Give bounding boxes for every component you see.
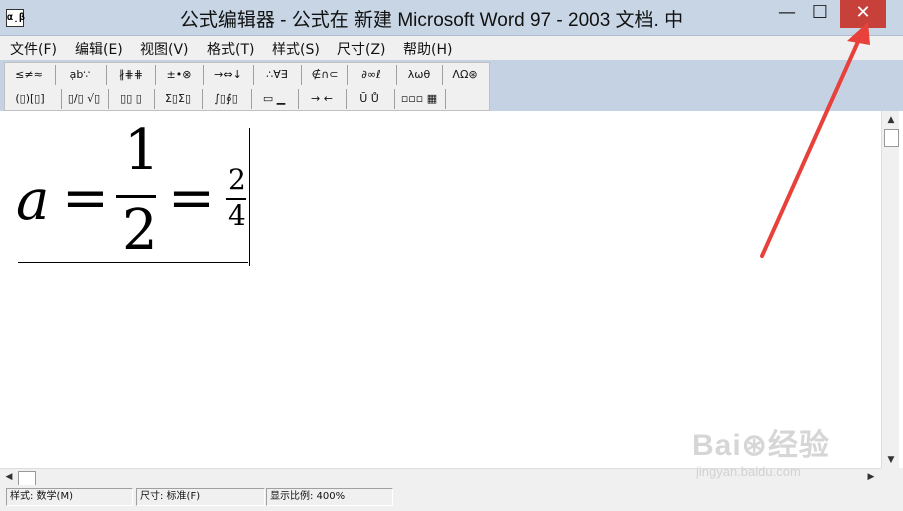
maximize-button[interactable]: ☐: [805, 0, 835, 28]
greek-lowercase-button[interactable]: λωθ: [399, 65, 439, 85]
summation-templates-button[interactable]: Σ▯Σ▯: [157, 89, 199, 109]
menu-size[interactable]: 尺寸(Z): [337, 39, 386, 59]
embellishments-button[interactable]: ∦⋕⋕: [111, 65, 151, 85]
relational-symbols-button[interactable]: ≤≠≈: [9, 65, 49, 85]
misc-symbols-button[interactable]: ∂∞ℓ: [350, 65, 392, 85]
symbol-palette-row: ≤≠≈ ạb∵ ∦⋕⋕ ±•⊗ →⇔↓ ∴∀∃ ∉∩⊂ ∂∞ℓ λωθ ΛΩ⊛: [5, 64, 489, 86]
fraction-numerator: 1: [124, 118, 160, 183]
matrix-templates-button[interactable]: ▫▫▫ ▦: [397, 89, 441, 109]
close-button[interactable]: ✕: [840, 0, 886, 28]
palette-divider: [301, 65, 302, 85]
spaces-ellipses-button[interactable]: ạb∵: [60, 65, 100, 85]
equals-sign: =: [168, 166, 215, 231]
close-icon: ✕: [855, 2, 871, 23]
horizontal-scrollbar[interactable]: ◀ ▶: [0, 468, 881, 486]
product-templates-button[interactable]: Ū Ů: [349, 89, 389, 109]
minimize-button[interactable]: —: [772, 0, 802, 28]
window-title: 公式编辑器 - 公式在 新建 Microsoft Word 97 - 2003 …: [179, 10, 684, 31]
bar-templates-button[interactable]: ▭ ▁: [254, 89, 294, 109]
script-templates-button[interactable]: ▯▯ ▯: [111, 89, 151, 109]
fence-templates-button[interactable]: (▯)[▯]: [9, 89, 51, 109]
app-icon[interactable]: α̣β: [6, 9, 25, 27]
scrollbar-corner: [881, 468, 903, 485]
equals-sign: =: [62, 166, 109, 231]
status-zoom: 显示比例: 400%: [266, 488, 393, 506]
scroll-left-icon[interactable]: ◀: [2, 470, 16, 484]
scroll-down-icon[interactable]: ▼: [884, 453, 898, 467]
selection-underline: [18, 262, 248, 263]
menu-file[interactable]: 文件(F): [10, 39, 57, 59]
menu-format[interactable]: 格式(T): [207, 39, 254, 59]
menu-help[interactable]: 帮助(H): [403, 39, 452, 59]
palette-divider: [347, 65, 348, 85]
equation-editing-area[interactable]: a = 1 2 = 2 4: [0, 111, 881, 468]
fraction-numerator: 2: [228, 163, 246, 196]
menu-style[interactable]: 样式(S): [272, 39, 320, 59]
horizontal-scroll-thumb[interactable]: [18, 471, 36, 486]
maximize-icon: ☐: [811, 2, 829, 23]
set-theory-symbols-button[interactable]: ∉∩⊂: [305, 65, 345, 85]
palette-divider: [394, 89, 395, 109]
palette-divider: [155, 65, 156, 85]
template-palette-row: (▯)[▯] ▯/▯ √▯ ▯▯ ▯ Σ▯Σ▯ ∫▯∮▯ ▭ ▁ → ← Ū Ů…: [5, 88, 489, 110]
greek-uppercase-button[interactable]: ΛΩ⊛: [445, 65, 485, 85]
equation-variable: a: [16, 168, 50, 233]
integral-templates-button[interactable]: ∫▯∮▯: [205, 89, 247, 109]
insertion-cursor: [249, 128, 250, 266]
fraction-radical-templates-button[interactable]: ▯/▯ √▯: [64, 89, 104, 109]
scroll-right-icon[interactable]: ▶: [864, 470, 878, 484]
fraction-denominator: 2: [122, 198, 158, 263]
palette-divider: [251, 89, 252, 109]
palette-divider: [253, 65, 254, 85]
status-style: 样式: 数学(M): [6, 488, 133, 506]
palette-divider: [106, 65, 107, 85]
arrow-symbols-button[interactable]: →⇔↓: [207, 65, 249, 85]
palette-divider: [298, 89, 299, 109]
fraction-denominator: 4: [228, 199, 246, 232]
palette-divider: [61, 89, 62, 109]
operator-symbols-button[interactable]: ±•⊗: [159, 65, 199, 85]
title-bar: α̣β 公式编辑器 - 公式在 新建 Microsoft Word 97 - 2…: [0, 0, 903, 36]
menu-view[interactable]: 视图(V): [140, 39, 189, 59]
palette-divider: [445, 89, 446, 109]
status-bar: 样式: 数学(M) 尺寸: 标准(F) 显示比例: 400%: [0, 485, 903, 511]
palette-divider: [442, 65, 443, 85]
palette-divider: [203, 65, 204, 85]
toolbar-area: ≤≠≈ ạb∵ ∦⋕⋕ ±•⊗ →⇔↓ ∴∀∃ ∉∩⊂ ∂∞ℓ λωθ ΛΩ⊛ …: [0, 60, 903, 111]
palette-divider: [346, 89, 347, 109]
palette-divider: [154, 89, 155, 109]
palette-divider: [202, 89, 203, 109]
scroll-up-icon[interactable]: ▲: [884, 113, 898, 127]
minimize-icon: —: [778, 2, 796, 23]
palette-divider: [55, 65, 56, 85]
vertical-scroll-thumb[interactable]: [884, 129, 899, 147]
menu-bar: 文件(F) 编辑(E) 视图(V) 格式(T) 样式(S) 尺寸(Z) 帮助(H…: [0, 36, 903, 60]
status-size: 尺寸: 标准(F): [136, 488, 265, 506]
menu-edit[interactable]: 编辑(E): [75, 39, 123, 59]
palette-divider: [396, 65, 397, 85]
vertical-scrollbar[interactable]: ▲ ▼: [881, 111, 899, 468]
labeled-arrow-templates-button[interactable]: → ←: [301, 89, 343, 109]
symbol-palette: ≤≠≈ ạb∵ ∦⋕⋕ ±•⊗ →⇔↓ ∴∀∃ ∉∩⊂ ∂∞ℓ λωθ ΛΩ⊛ …: [4, 62, 490, 111]
palette-divider: [108, 89, 109, 109]
logical-symbols-button[interactable]: ∴∀∃: [257, 65, 297, 85]
